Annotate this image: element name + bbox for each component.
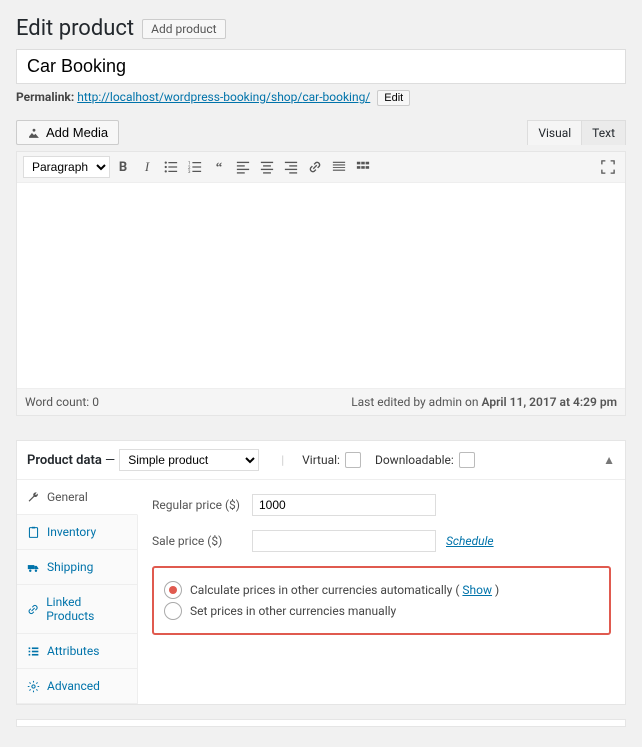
bold-button[interactable]: B (112, 156, 134, 178)
next-postbox (16, 719, 626, 727)
insert-more-button[interactable] (328, 156, 350, 178)
regular-price-input[interactable] (252, 494, 436, 516)
link-icon (308, 160, 322, 174)
more-icon (332, 160, 346, 174)
tab-inventory[interactable]: Inventory (17, 515, 137, 550)
word-count-label: Word count: (25, 395, 89, 409)
collapse-toggle[interactable]: ▲ (603, 453, 615, 467)
regular-price-label: Regular price ($) (152, 498, 252, 512)
kitchen-sink-icon (356, 160, 370, 174)
add-media-button[interactable]: Add Media (16, 120, 119, 145)
link-button[interactable] (304, 156, 326, 178)
radio-manual-currency[interactable] (164, 602, 182, 620)
truck-icon (27, 561, 40, 574)
radio-manual-label: Set prices in other currencies manually (190, 604, 396, 618)
page-title: Edit product (16, 16, 134, 41)
align-center-icon (260, 160, 274, 174)
product-data-box: Product data — Simple product | Virtual:… (16, 440, 626, 705)
last-edited: Last edited by admin on April 11, 2017 a… (351, 395, 617, 409)
bullet-list-button[interactable] (160, 156, 182, 178)
sale-price-input[interactable] (252, 530, 436, 552)
virtual-label: Virtual: (302, 453, 340, 467)
tab-shipping[interactable]: Shipping (17, 550, 137, 585)
tab-text[interactable]: Text (581, 121, 625, 145)
list-ul-icon (164, 160, 178, 174)
align-left-icon (236, 160, 250, 174)
tab-advanced[interactable]: Advanced (17, 669, 137, 704)
list-icon (27, 645, 40, 658)
fullscreen-icon (601, 160, 615, 174)
italic-button[interactable]: I (136, 156, 158, 178)
radio-auto-currency[interactable] (164, 581, 182, 599)
tab-attributes[interactable]: Attributes (17, 634, 137, 669)
currency-pricing-box: Calculate prices in other currencies aut… (152, 566, 611, 635)
align-left-button[interactable] (232, 156, 254, 178)
permalink-label: Permalink: (16, 90, 74, 104)
downloadable-checkbox[interactable] (459, 452, 475, 468)
wrench-icon (27, 491, 40, 504)
toolbar-toggle-button[interactable] (352, 156, 374, 178)
tab-linked-products[interactable]: Linked Products (17, 585, 137, 634)
permalink-link[interactable]: http://localhost/wordpress-booking/shop/… (77, 90, 370, 104)
sale-price-label: Sale price ($) (152, 534, 252, 548)
fullscreen-button[interactable] (597, 156, 619, 178)
align-center-button[interactable] (256, 156, 278, 178)
editor: Paragraph B I 123 “ Word count: 0 Last e… (16, 151, 626, 416)
tab-visual[interactable]: Visual (528, 121, 581, 145)
add-product-button[interactable]: Add product (142, 19, 225, 39)
virtual-checkbox[interactable] (345, 452, 361, 468)
show-currencies-link[interactable]: Show (462, 583, 492, 597)
product-data-title: Product data (27, 453, 102, 468)
list-ol-icon: 123 (188, 160, 202, 174)
blockquote-button[interactable]: “ (208, 156, 230, 178)
editor-canvas[interactable] (17, 183, 625, 388)
number-list-button[interactable]: 123 (184, 156, 206, 178)
permalink-edit-button[interactable]: Edit (377, 90, 410, 106)
link-icon (27, 603, 39, 616)
product-title-input[interactable] (16, 49, 626, 84)
tab-general[interactable]: General (17, 480, 138, 515)
align-right-button[interactable] (280, 156, 302, 178)
gear-icon (27, 680, 40, 693)
schedule-link[interactable]: Schedule (446, 534, 494, 548)
media-icon (27, 126, 41, 140)
downloadable-label: Downloadable: (375, 453, 454, 467)
format-select[interactable]: Paragraph (23, 156, 110, 178)
clipboard-icon (27, 526, 40, 539)
product-type-select[interactable]: Simple product (119, 449, 259, 471)
word-count-value: 0 (92, 395, 99, 409)
align-right-icon (284, 160, 298, 174)
svg-text:3: 3 (188, 170, 191, 174)
